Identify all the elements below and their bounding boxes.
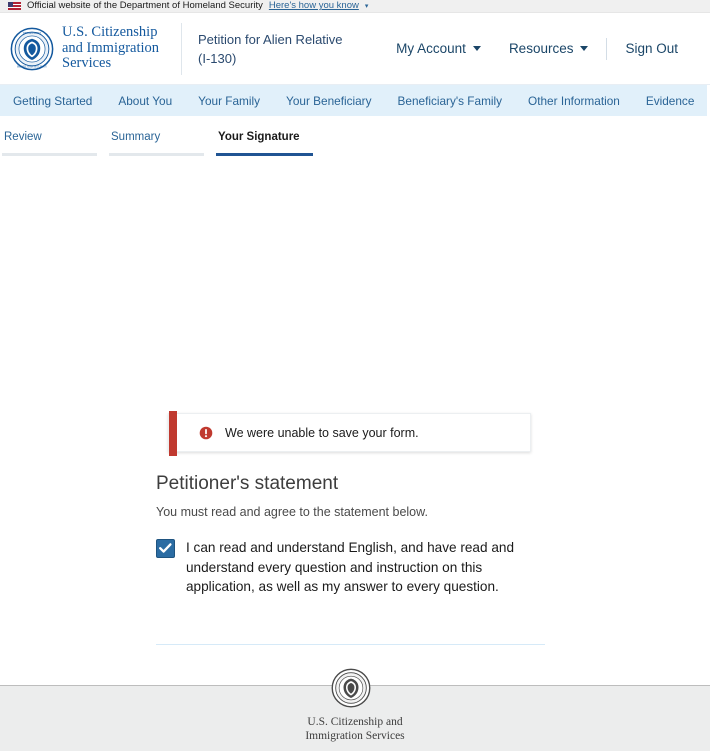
nav-resources[interactable]: Resources (495, 41, 603, 56)
nav-my-account[interactable]: My Account (382, 41, 495, 56)
tab-evidence[interactable]: Evidence (633, 85, 708, 116)
tab-other-information[interactable]: Other Information (515, 85, 633, 116)
brand-line-2: and Immigration (62, 39, 160, 56)
substep-your-signature-label: Your Signature (218, 131, 300, 143)
header-divider (181, 22, 182, 75)
site-footer: U.S. Citizenship and Immigration Service… (0, 668, 710, 751)
substep-review-bar (2, 153, 97, 156)
substep-your-signature-bar (216, 153, 313, 156)
tab-getting-started[interactable]: Getting Started (0, 85, 105, 116)
chevron-down-icon[interactable]: ▾ (365, 2, 369, 10)
error-alert-bar (169, 411, 177, 456)
dhs-seal-grayscale-icon (331, 668, 371, 708)
substep-review-label: Review (4, 131, 42, 143)
gov-banner-link[interactable]: Here's how you know (269, 1, 359, 11)
tab-your-beneficiary[interactable]: Your Beneficiary (273, 85, 384, 116)
form-title: Petition for Alien Relative (I-130) (198, 31, 343, 66)
substep-review[interactable]: Review (2, 130, 107, 156)
nav-resources-label: Resources (508, 41, 574, 56)
nav-sign-out-label: Sign Out (625, 41, 678, 56)
brand-logo[interactable]: DEPARTMENT HOMELAND SECURITY U.S. Citize… (0, 25, 175, 72)
brand-line-1: U.S. Citizenship (62, 24, 158, 41)
us-flag-icon (8, 2, 21, 10)
tab-beneficiarys-family[interactable]: Beneficiary's Family (385, 85, 516, 116)
nav-my-account-label: My Account (396, 41, 466, 56)
page-subtitle: You must read and agree to the statement… (156, 505, 428, 519)
error-exclamation-icon (199, 426, 213, 439)
nav-divider (606, 37, 608, 60)
error-alert-message: We were unable to save your form. (225, 425, 419, 440)
chevron-down-icon (580, 46, 589, 51)
brand-text: U.S. Citizenship and Immigration Service… (62, 25, 159, 72)
svg-text:DEPARTMENT: DEPARTMENT (23, 32, 41, 35)
substep-summary[interactable]: Summary (109, 130, 214, 156)
substep-summary-bar (109, 153, 204, 156)
header-nav: My Account Resources Sign Out (382, 37, 710, 60)
form-tabs: Getting Started About You Your Family Yo… (0, 85, 710, 116)
tab-about-you[interactable]: About You (105, 85, 185, 116)
checkmark-icon (159, 543, 172, 553)
substep-nav: Review Summary Your Signature (0, 116, 710, 156)
agreement-text: I can read and understand English, and h… (186, 540, 515, 594)
footer-text: U.S. Citizenship and Immigration Service… (0, 716, 710, 743)
nav-sign-out[interactable]: Sign Out (611, 41, 692, 56)
gov-banner: Official website of the Department of Ho… (0, 0, 710, 13)
page-title: Petitioner's statement (156, 473, 339, 494)
agreement-checkbox[interactable] (156, 539, 175, 558)
footer-line-1: U.S. Citizenship and (307, 716, 403, 728)
substep-summary-label: Summary (111, 131, 161, 143)
brand-line-3: Services (62, 55, 112, 72)
svg-text:HOMELAND SECURITY: HOMELAND SECURITY (17, 65, 47, 68)
dhs-seal-icon: DEPARTMENT HOMELAND SECURITY (10, 27, 54, 70)
page-root: Official website of the Department of Ho… (0, 0, 710, 751)
footer-line-2: Immigration Services (305, 729, 405, 742)
site-header: DEPARTMENT HOMELAND SECURITY U.S. Citize… (0, 13, 710, 85)
agreement-row: I can read and understand English, and h… (156, 538, 546, 597)
gov-banner-text: Official website of the Department of Ho… (27, 0, 263, 11)
chevron-down-icon (472, 46, 481, 51)
section-divider (156, 644, 545, 645)
error-alert: We were unable to save your form. (168, 411, 531, 456)
substep-your-signature[interactable]: Your Signature (216, 130, 321, 156)
tab-your-family[interactable]: Your Family (185, 85, 273, 116)
